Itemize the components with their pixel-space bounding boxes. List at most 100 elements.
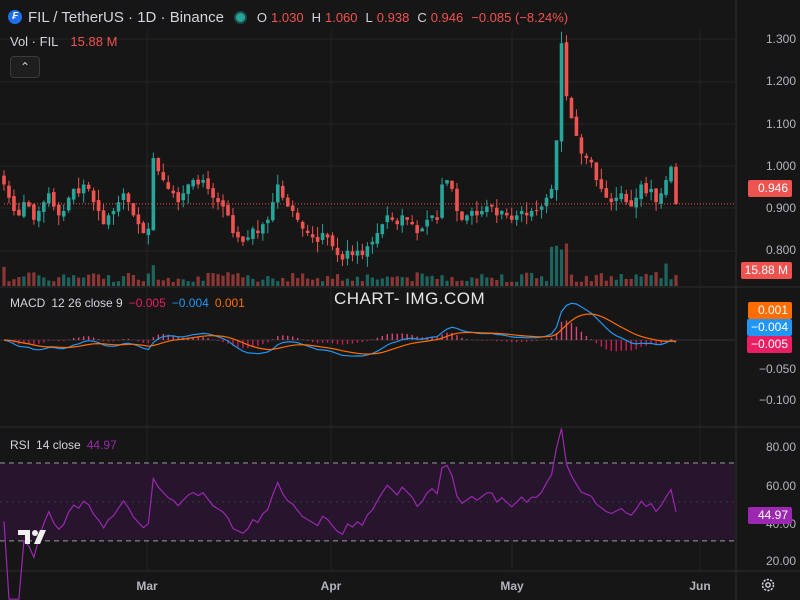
- volume-bar: [335, 274, 340, 286]
- macd-hist-value: −0.005: [128, 296, 166, 310]
- candle-body: [136, 214, 141, 225]
- volume-bar: [500, 274, 504, 286]
- macd-line-tag: −0.004: [746, 319, 792, 336]
- candle-body: [410, 221, 414, 225]
- candle-body: [499, 210, 504, 215]
- macd-line-value: −0.004: [171, 296, 209, 310]
- candle-body: [176, 192, 181, 203]
- volume-bar: [544, 281, 549, 286]
- volume-bar: [480, 274, 484, 286]
- volume-bar: [301, 273, 305, 286]
- candle-body: [196, 179, 200, 185]
- volume-bar: [520, 274, 524, 286]
- candle-body: [390, 217, 395, 220]
- tradingview-logo-icon: [18, 530, 46, 544]
- volume-label: Vol · FIL: [10, 34, 59, 49]
- rsi-name[interactable]: RSI: [10, 438, 30, 452]
- macd-params: 12 26 close 9: [51, 296, 123, 310]
- volume-bar: [67, 277, 71, 286]
- candle-body: [126, 193, 131, 203]
- volume-bar: [146, 273, 150, 286]
- volume-bar: [72, 275, 76, 286]
- candle-body: [539, 206, 544, 210]
- candle-body: [534, 210, 539, 212]
- candle-body: [81, 184, 86, 194]
- volume-bar: [116, 281, 121, 286]
- open-key: O: [256, 9, 268, 25]
- candle-body: [485, 206, 489, 213]
- macd-signal-value: 0.001: [214, 296, 245, 310]
- symbol-title[interactable]: FIL / TetherUS · 1D · Binance: [28, 9, 224, 26]
- candle-body: [519, 210, 524, 215]
- volume-bar: [111, 281, 116, 286]
- candle-body: [300, 221, 305, 229]
- volume-bar: [420, 273, 424, 286]
- time-tick: Jun: [689, 579, 711, 593]
- macd-name[interactable]: MACD: [10, 296, 45, 310]
- candle-body: [380, 224, 385, 235]
- volume-bar: [17, 277, 21, 286]
- volume-bar: [32, 272, 36, 286]
- rsi-tick: 20.00: [765, 554, 796, 568]
- volume-bar: [495, 279, 499, 286]
- candle-body: [340, 254, 345, 260]
- candle-body: [604, 188, 609, 198]
- close-key: C: [417, 9, 427, 25]
- candle-body: [76, 188, 81, 194]
- collapse-legend-button[interactable]: ⌃: [10, 56, 40, 78]
- candle-body: [430, 215, 434, 218]
- rsi-last-tag: 44.97: [748, 507, 792, 524]
- volume-bar: [485, 277, 489, 286]
- volume-legend: Vol · FIL 15.88 M: [10, 34, 117, 49]
- symbol-header: ₣ FIL / TetherUS · 1D · Binance O 1.030 H…: [8, 6, 572, 28]
- volume-bar: [141, 281, 145, 286]
- candle-body: [445, 180, 449, 184]
- volume-bar: [251, 278, 255, 286]
- volume-bar: [12, 279, 16, 286]
- candle-body: [156, 158, 161, 172]
- candle-body: [271, 202, 275, 221]
- volume-bar: [191, 281, 195, 286]
- volume-bar: [599, 273, 603, 286]
- price-tick: 0.800: [765, 243, 796, 257]
- candle-body: [435, 217, 439, 220]
- candle-body: [375, 233, 380, 244]
- candle-body: [634, 197, 638, 208]
- volume-bar: [609, 276, 613, 286]
- volume-bar: [460, 280, 464, 286]
- candle-body: [395, 220, 400, 225]
- candle-body: [121, 193, 126, 200]
- volume-bar: [156, 279, 160, 286]
- volume-bar: [92, 273, 96, 286]
- volume-bar: [291, 272, 295, 286]
- volume-bar: [196, 276, 200, 286]
- volume-bar: [296, 278, 300, 286]
- candle-body: [216, 198, 220, 203]
- candle-body: [315, 236, 320, 242]
- volume-bar: [654, 272, 658, 286]
- volume-bar: [574, 281, 579, 286]
- volume-bar: [226, 272, 230, 286]
- candle-body: [191, 180, 195, 187]
- change-value: −0.085 (−8.24%): [471, 9, 569, 25]
- candle-body: [256, 230, 260, 234]
- volume-bar: [256, 281, 260, 286]
- volume-value: 15.88 M: [70, 34, 118, 49]
- candle-body: [146, 228, 151, 236]
- volume-bar: [181, 279, 185, 286]
- candle-body: [594, 162, 599, 181]
- candle-body: [370, 241, 375, 245]
- candle-body: [166, 182, 171, 189]
- candle-body: [405, 217, 409, 220]
- volume-bar: [629, 278, 633, 286]
- gear-icon[interactable]: [760, 577, 776, 593]
- price-tick: 1.100: [765, 117, 796, 131]
- volume-bar: [639, 276, 643, 286]
- candle-body: [574, 116, 579, 136]
- volume-last-tag: 15.88 M: [740, 262, 792, 279]
- volume-bar: [126, 273, 131, 286]
- candle-body: [654, 188, 658, 203]
- volume-bar: [82, 277, 86, 286]
- candle-body: [275, 184, 280, 203]
- high-key: H: [311, 9, 321, 25]
